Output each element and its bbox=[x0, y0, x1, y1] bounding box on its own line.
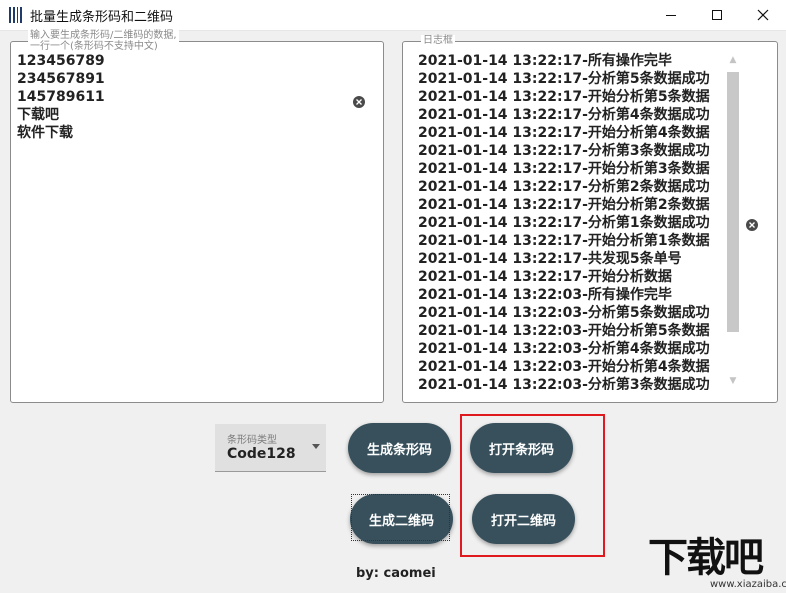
log-line: 2021-01-14 13:22:17-分析第2条数据成功 bbox=[418, 179, 710, 195]
log-line: 2021-01-14 13:22:17-开始分析第5条数据 bbox=[418, 89, 710, 105]
title-bar: 批量生成条形码和二维码 bbox=[0, 0, 786, 31]
input-line: 软件下载 bbox=[17, 125, 73, 141]
close-button[interactable] bbox=[740, 0, 786, 30]
log-line: 2021-01-14 13:22:17-所有操作完毕 bbox=[418, 53, 672, 69]
watermark: 下载吧 www.xiazaiba.com bbox=[648, 535, 786, 593]
log-line: 2021-01-14 13:22:17-开始分析数据 bbox=[418, 269, 672, 285]
input-line: 123456789 bbox=[17, 53, 105, 69]
barcode-type-select[interactable]: 条形码类型 Code128 bbox=[215, 424, 326, 472]
barcode-app-icon bbox=[9, 7, 23, 23]
log-line: 2021-01-14 13:22:17-分析第5条数据成功 bbox=[418, 71, 710, 87]
log-line: 2021-01-14 13:22:03-开始分析第5条数据 bbox=[418, 323, 710, 339]
generate-barcode-button[interactable]: 生成条形码 bbox=[348, 423, 451, 473]
watermark-logo: 下载吧 bbox=[648, 535, 764, 581]
log-line: 2021-01-14 13:22:03-所有操作完毕 bbox=[418, 287, 672, 303]
log-line: 2021-01-14 13:22:03-分析第5条数据成功 bbox=[418, 305, 710, 321]
scroll-down-icon[interactable]: ▼ bbox=[727, 375, 739, 387]
maximize-button[interactable] bbox=[694, 0, 740, 30]
clear-log-icon[interactable] bbox=[746, 219, 758, 231]
log-line: 2021-01-14 13:22:17-开始分析第2条数据 bbox=[418, 197, 710, 213]
barcode-type-value: Code128 bbox=[227, 446, 296, 462]
log-legend: 日志框 bbox=[421, 35, 455, 46]
log-line: 2021-01-14 13:22:17-分析第4条数据成功 bbox=[418, 107, 710, 123]
scroll-thumb[interactable] bbox=[727, 72, 739, 332]
watermark-url: www.xiazaiba.com bbox=[710, 579, 786, 590]
minimize-button[interactable] bbox=[648, 0, 694, 30]
input-line: 234567891 bbox=[17, 71, 105, 87]
log-line: 2021-01-14 13:22:03-分析第3条数据成功 bbox=[418, 377, 710, 390]
scroll-up-icon[interactable]: ▲ bbox=[727, 54, 739, 66]
log-line: 2021-01-14 13:22:03-分析第4条数据成功 bbox=[418, 341, 710, 357]
log-content: 2021-01-14 13:22:17-所有操作完毕 2021-01-14 13… bbox=[418, 52, 718, 390]
highlight-box bbox=[460, 414, 605, 557]
author-label: by: caomei bbox=[356, 566, 436, 581]
log-line: 2021-01-14 13:22:17-开始分析第1条数据 bbox=[418, 233, 710, 249]
maximize-icon bbox=[712, 10, 722, 20]
input-legend: 输入要生成条形码/二维码的数据, 一行一个(条形码不支持中文) bbox=[28, 30, 179, 52]
close-icon bbox=[757, 9, 769, 21]
clear-input-icon[interactable] bbox=[353, 96, 365, 108]
input-legend-line2: 一行一个(条形码不支持中文) bbox=[30, 41, 158, 52]
focus-outline bbox=[351, 494, 450, 541]
chevron-down-icon bbox=[312, 444, 320, 449]
input-line: 下载吧 bbox=[17, 107, 59, 123]
window-title: 批量生成条形码和二维码 bbox=[30, 10, 174, 25]
input-content: 123456789 234567891 145789611 下载吧 软件下载 bbox=[17, 52, 105, 142]
log-line: 2021-01-14 13:22:17-分析第1条数据成功 bbox=[418, 215, 710, 231]
log-line: 2021-01-14 13:22:03-开始分析第4条数据 bbox=[418, 359, 710, 375]
log-scrollbar[interactable]: ▲ ▼ bbox=[725, 52, 741, 390]
log-line: 2021-01-14 13:22:17-开始分析第3条数据 bbox=[418, 161, 710, 177]
log-line: 2021-01-14 13:22:17-开始分析第4条数据 bbox=[418, 125, 710, 141]
barcode-type-label: 条形码类型 bbox=[227, 435, 277, 446]
minimize-icon bbox=[666, 15, 676, 16]
log-line: 2021-01-14 13:22:17-分析第3条数据成功 bbox=[418, 143, 710, 159]
log-line: 2021-01-14 13:22:17-共发现5条单号 bbox=[418, 251, 682, 267]
input-legend-line1: 输入要生成条形码/二维码的数据, bbox=[30, 30, 177, 41]
input-line: 145789611 bbox=[17, 89, 105, 105]
